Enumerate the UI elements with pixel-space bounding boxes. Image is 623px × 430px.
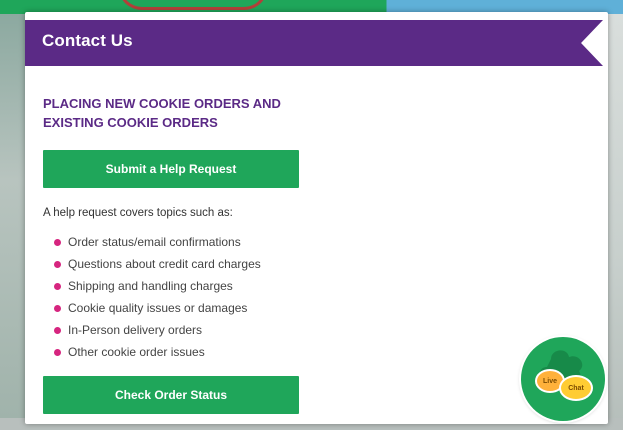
bullet-icon <box>54 261 61 268</box>
list-item: Questions about credit card charges <box>54 253 261 275</box>
check-order-status-button[interactable]: Check Order Status <box>43 376 299 414</box>
live-label: Live <box>542 377 557 385</box>
help-topics-list: Order status/email confirmations Questio… <box>54 231 261 363</box>
list-item: Shipping and handling charges <box>54 275 261 297</box>
topic-label: Cookie quality issues or damages <box>68 301 248 315</box>
modal-title: Contact Us <box>42 31 133 50</box>
topic-label: Shipping and handling charges <box>68 279 233 293</box>
list-item: In-Person delivery orders <box>54 319 261 341</box>
topic-label: Questions about credit card charges <box>68 257 261 271</box>
bullet-icon <box>54 327 61 334</box>
bullet-icon <box>54 305 61 312</box>
bullet-icon <box>54 239 61 246</box>
modal-header-banner: Contact Us <box>25 20 603 66</box>
help-topics-intro: A help request covers topics such as: <box>43 207 233 219</box>
list-item: Cookie quality issues or damages <box>54 297 261 319</box>
chat-label: Chat <box>568 384 584 392</box>
live-chat-button[interactable]: Live Chat <box>521 337 605 421</box>
topic-label: Other cookie order issues <box>68 345 205 359</box>
topic-label: Order status/email confirmations <box>68 235 241 249</box>
list-item: Order status/email confirmations <box>54 231 261 253</box>
submit-help-request-button[interactable]: Submit a Help Request <box>43 150 299 188</box>
background-left-area <box>0 14 28 430</box>
bullet-icon <box>54 349 61 356</box>
bullet-icon <box>54 283 61 290</box>
topic-label: In-Person delivery orders <box>68 323 203 337</box>
section-heading: PLACING NEW COOKIE ORDERS AND EXISTING C… <box>43 96 281 130</box>
background-red-ring-annotation <box>118 0 268 10</box>
list-item: Other cookie order issues <box>54 341 261 363</box>
chat-bubble-icon: Chat <box>559 375 593 401</box>
